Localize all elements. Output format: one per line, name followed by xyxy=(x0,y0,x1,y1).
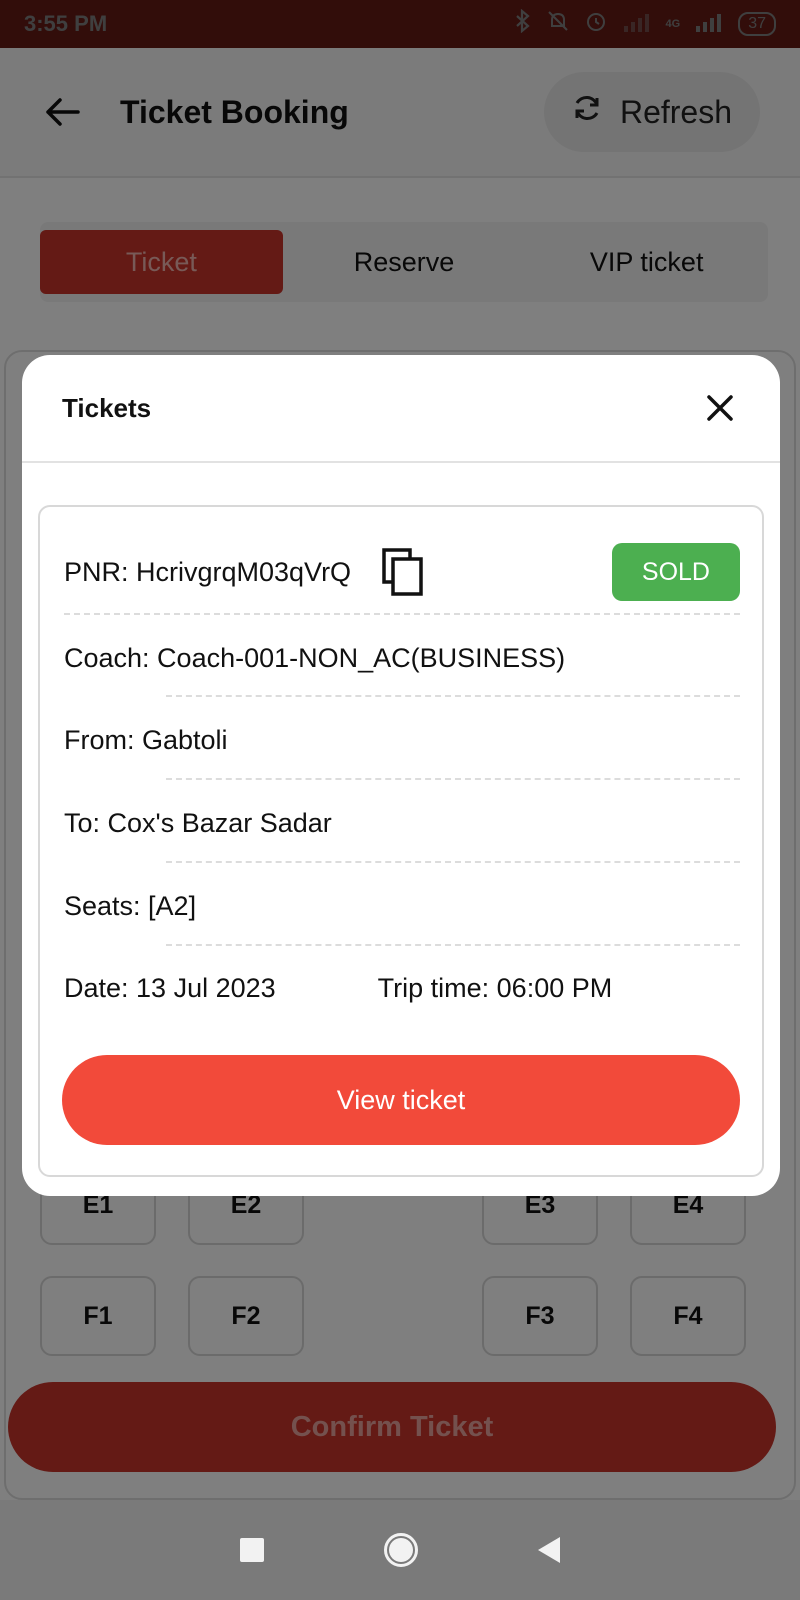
back-triangle-icon[interactable] xyxy=(538,1537,560,1563)
trip-time-text: Trip time: 06:00 PM xyxy=(377,972,613,1003)
to-text: To: Cox's Bazar Sadar xyxy=(64,807,332,838)
recent-apps-icon[interactable] xyxy=(240,1538,264,1562)
divider xyxy=(64,613,740,615)
divider xyxy=(166,695,740,697)
close-icon[interactable] xyxy=(700,388,740,428)
date-text: Date: 13 Jul 2023 xyxy=(64,972,276,1003)
pnr-text: PNR: HcrivgrqM03qVrQ xyxy=(64,556,352,587)
ticket-card: PNR: HcrivgrqM03qVrQ SOLD Coach: Coach-0… xyxy=(38,505,764,1177)
tickets-dialog: Tickets PNR: HcrivgrqM03qVrQ SOLD Coach:… xyxy=(22,355,780,1196)
divider xyxy=(166,861,740,863)
from-row: From: Gabtoli xyxy=(64,715,740,765)
copy-icon[interactable] xyxy=(381,547,425,597)
dialog-header: Tickets xyxy=(22,355,780,463)
coach-text: Coach: Coach-001-NON_AC(BUSINESS) xyxy=(64,642,566,673)
status-badge: SOLD xyxy=(611,543,740,601)
dialog-title: Tickets xyxy=(62,392,152,423)
view-ticket-button[interactable]: View ticket xyxy=(62,1055,740,1145)
from-text: From: Gabtoli xyxy=(64,724,228,755)
to-row: To: Cox's Bazar Sadar xyxy=(64,798,740,848)
divider xyxy=(166,944,740,946)
seats-row: Seats: [A2] xyxy=(64,881,740,931)
home-icon-inner xyxy=(389,1538,413,1562)
seats-text: Seats: [A2] xyxy=(64,890,197,921)
pnr-row: PNR: HcrivgrqM03qVrQ SOLD xyxy=(64,537,740,607)
status-bar-dim xyxy=(0,0,800,48)
home-icon[interactable] xyxy=(384,1533,418,1567)
coach-row: Coach: Coach-001-NON_AC(BUSINESS) xyxy=(64,633,740,683)
date-time-row: Date: 13 Jul 2023 Trip time: 06:00 PM xyxy=(64,963,740,1013)
system-nav-bar xyxy=(0,1500,800,1600)
divider xyxy=(166,778,740,780)
